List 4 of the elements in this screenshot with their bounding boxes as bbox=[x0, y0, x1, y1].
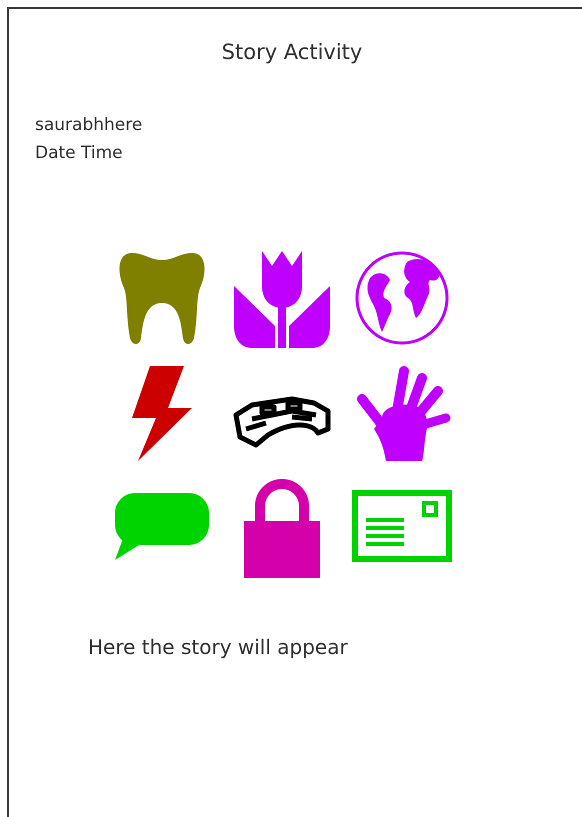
story-text: Here the story will appear bbox=[88, 634, 348, 660]
date-time: Date Time bbox=[35, 142, 123, 165]
username: saurabhhere bbox=[35, 114, 142, 137]
screen-title: Story Activity bbox=[220, 39, 364, 65]
